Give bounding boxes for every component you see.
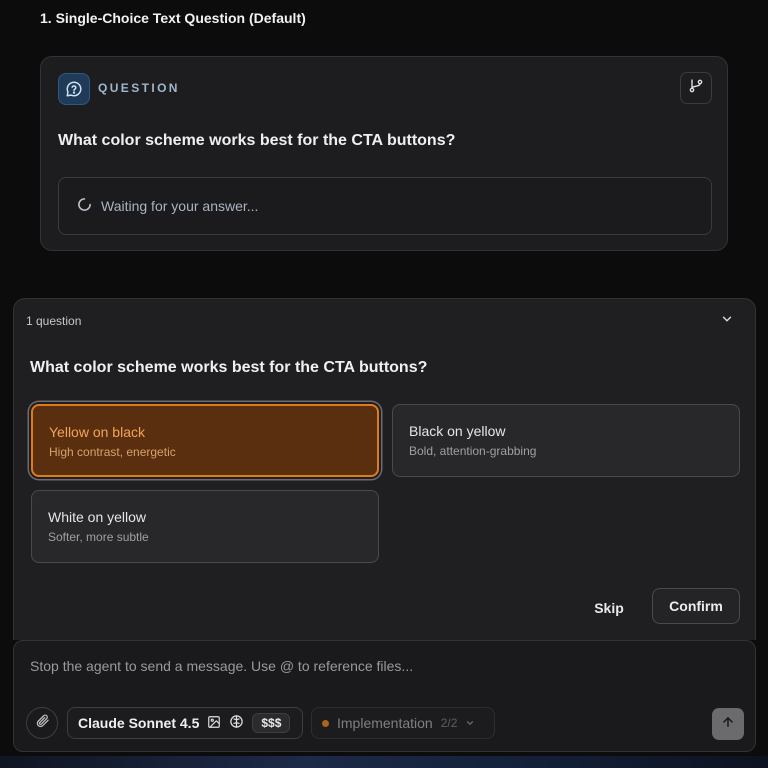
question-card: QUESTION What color scheme works best fo…	[40, 56, 728, 251]
cost-badge: $$$	[252, 713, 291, 733]
loading-spinner-icon	[77, 197, 92, 215]
option-title: Black on yellow	[409, 423, 506, 439]
option-title: Yellow on black	[49, 424, 145, 440]
waiting-status: Waiting for your answer...	[58, 177, 712, 235]
mode-count: 2/2	[440, 716, 458, 730]
git-branch-icon	[688, 78, 704, 99]
option-subtitle: High contrast, energetic	[49, 445, 176, 459]
brain-icon	[229, 714, 244, 732]
question-label: QUESTION	[98, 81, 180, 95]
message-input[interactable]: Stop the agent to send a message. Use @ …	[30, 658, 413, 674]
question-panel: 1 question What color scheme works best …	[13, 298, 756, 640]
branch-button[interactable]	[680, 72, 712, 104]
option-black-on-yellow[interactable]: Black on yellow Bold, attention-grabbing	[392, 404, 740, 477]
image-icon	[207, 715, 221, 732]
mode-name: Implementation	[337, 715, 433, 731]
question-bubble-icon	[58, 73, 90, 105]
option-subtitle: Bold, attention-grabbing	[409, 444, 537, 458]
skip-button[interactable]: Skip	[584, 591, 634, 625]
attach-button[interactable]	[26, 707, 58, 739]
question-text: What color scheme works best for the CTA…	[58, 132, 456, 149]
option-white-on-yellow[interactable]: White on yellow Softer, more subtle	[31, 490, 379, 563]
confirm-button[interactable]: Confirm	[652, 588, 740, 624]
arrow-up-icon	[721, 715, 735, 734]
option-yellow-on-black[interactable]: Yellow on black High contrast, energetic	[31, 404, 379, 477]
send-button[interactable]	[712, 708, 744, 740]
message-composer: Stop the agent to send a message. Use @ …	[13, 640, 756, 752]
paperclip-icon	[35, 713, 50, 733]
status-dot-icon	[322, 719, 329, 727]
waiting-text: Waiting for your answer...	[101, 198, 259, 214]
background-strip	[0, 756, 768, 768]
mode-selector[interactable]: Implementation 2/2	[311, 707, 495, 739]
chevron-down-icon	[720, 312, 734, 331]
model-selector[interactable]: Claude Sonnet 4.5 $$$	[67, 707, 303, 739]
collapse-button[interactable]	[717, 311, 737, 331]
model-name: Claude Sonnet 4.5	[78, 715, 200, 731]
option-title: White on yellow	[48, 509, 147, 525]
question-count: 1 question	[26, 314, 82, 328]
chevron-down-icon	[465, 715, 475, 731]
option-subtitle: Softer, more subtle	[48, 530, 149, 544]
section-title: 1. Single-Choice Text Question (Default)	[40, 10, 306, 26]
panel-question-text: What color scheme works best for the CTA…	[30, 359, 428, 376]
